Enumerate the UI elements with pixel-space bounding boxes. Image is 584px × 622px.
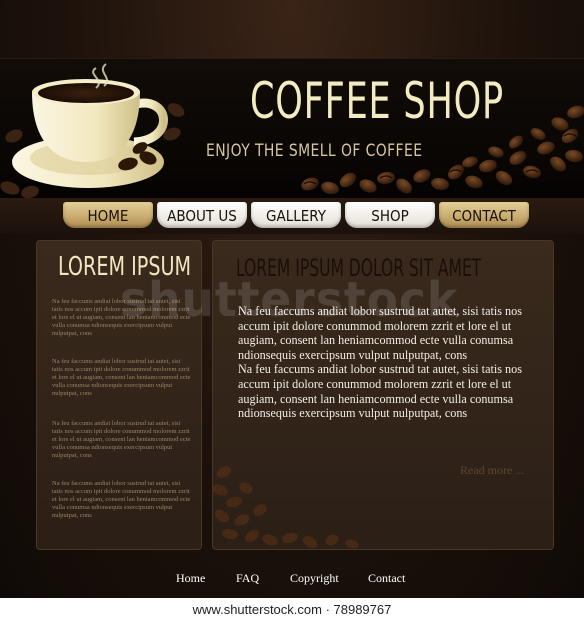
sidebar-paragraph: Na feu faccums andiat lobor sustrud tat … xyxy=(52,358,191,397)
footer-contact-link[interactable]: Contact xyxy=(368,571,405,586)
sidebar-paragraph: Na feu faccums andiat lobor sustrud tat … xyxy=(52,420,191,459)
nav-shop-button[interactable]: SHOP xyxy=(345,202,435,228)
nav-gallery-button[interactable]: GALLERY xyxy=(251,202,341,228)
read-more-link[interactable]: Read more ... xyxy=(460,463,524,478)
footer-home-link[interactable]: Home xyxy=(176,571,205,586)
coffee-cup-icon xyxy=(0,63,185,198)
footer-faq-link[interactable]: FAQ xyxy=(236,571,259,586)
nav-home-button[interactable]: HOME xyxy=(63,202,153,228)
nav-about-button[interactable]: ABOUT US xyxy=(157,202,247,228)
coffee-beans-panel-icon xyxy=(212,466,359,548)
watermark: shutterstock xyxy=(120,272,459,328)
site-tagline: ENJOY THE SMELL OF COFFEE xyxy=(206,141,423,161)
stock-id-strip: www.shutterstock.com · 78989767 xyxy=(0,598,584,620)
site-title: COFFEE SHOP xyxy=(250,72,504,130)
main-paragraph: Na feu faccums andiat lobor sustrud tat … xyxy=(238,362,522,421)
footer-copyright-link[interactable]: Copyright xyxy=(290,571,339,586)
page-frame: COFFEE SHOP ENJOY THE SMELL OF COFFEE HO… xyxy=(0,0,584,598)
sidebar-paragraph: Na feu faccums andiat lobor sustrud tat … xyxy=(52,480,191,519)
nav-contact-button[interactable]: CONTACT xyxy=(439,202,529,228)
